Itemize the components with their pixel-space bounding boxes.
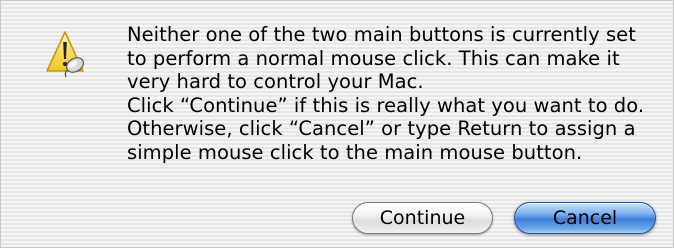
alert-dialog: Neither one of the two main buttons is c… (0, 0, 674, 248)
cancel-button[interactable]: Cancel (514, 202, 656, 234)
caution-icon (45, 29, 95, 79)
alert-message: Neither one of the two main buttons is c… (127, 23, 645, 164)
continue-button[interactable]: Continue (352, 202, 493, 234)
